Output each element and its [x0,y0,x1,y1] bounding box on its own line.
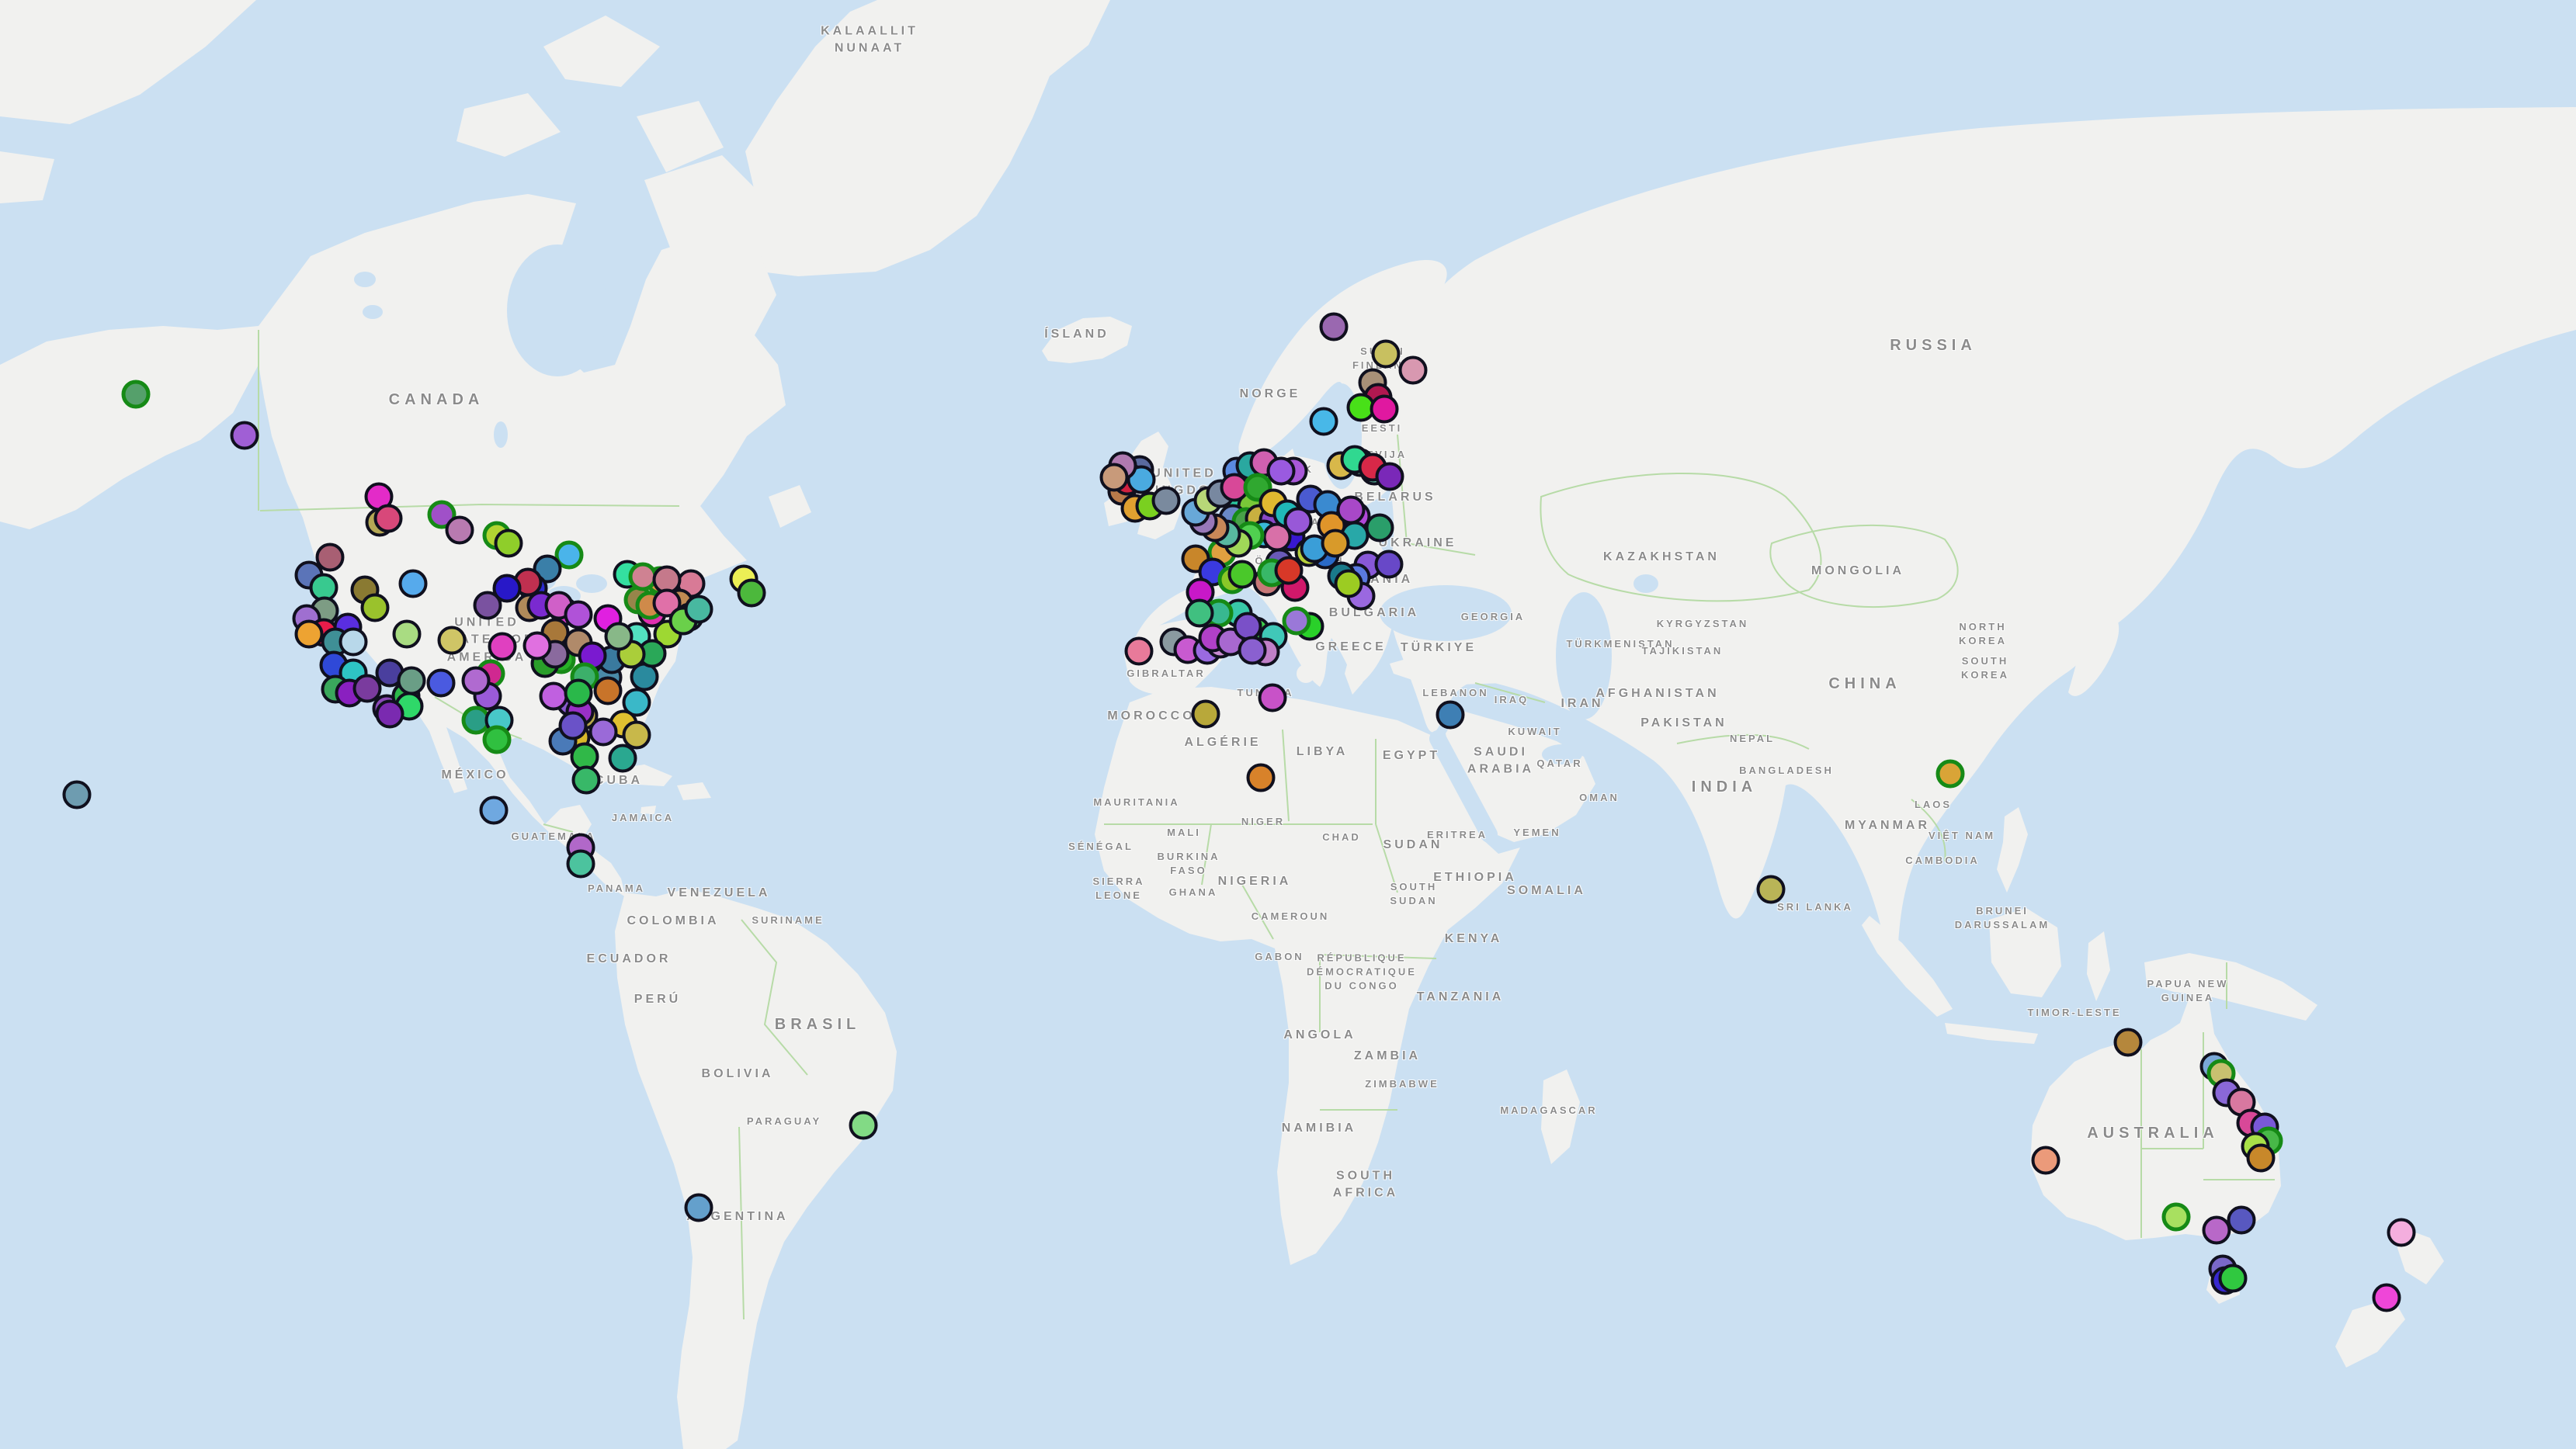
map-marker[interactable] [589,718,618,747]
map-marker[interactable] [427,669,456,698]
map-marker[interactable] [63,781,92,809]
map-marker[interactable] [567,850,595,879]
map-marker[interactable] [374,504,403,533]
map-marker[interactable] [623,721,651,750]
map-marker[interactable] [1284,508,1313,536]
map-marker[interactable] [1376,463,1404,491]
map-marker[interactable] [1100,463,1129,492]
map-marker[interactable] [1152,487,1181,515]
map-marker[interactable] [594,677,623,705]
world-map[interactable]: KALAALLIT NUNAATCANADAUNITED STATES OF A… [0,0,2576,1449]
map-marker[interactable] [398,667,426,695]
map-marker[interactable] [2373,1284,2401,1312]
map-marker[interactable] [1125,637,1154,666]
map-marker[interactable] [493,574,522,603]
map-marker[interactable] [1370,395,1399,424]
map-marker[interactable] [849,1111,878,1140]
map-marker[interactable] [361,594,390,622]
map-marker[interactable] [1275,556,1304,585]
map-marker[interactable] [2114,1028,2143,1057]
map-marker[interactable] [1436,701,1465,730]
map-marker[interactable] [1247,764,1276,792]
map-marker[interactable] [1238,636,1267,665]
map-marker[interactable] [1258,684,1287,712]
map-marker[interactable] [572,766,601,795]
map-marker[interactable] [122,380,151,409]
map-marker[interactable] [480,796,509,825]
map-marker[interactable] [339,628,368,657]
map-marker[interactable] [540,682,568,711]
map-marker[interactable] [295,620,324,649]
map-marker[interactable] [685,595,713,624]
map-marker[interactable] [1320,313,1349,341]
map-marker[interactable] [685,1194,713,1222]
map-marker[interactable] [738,579,766,608]
map-marker[interactable] [1372,340,1401,369]
map-marker[interactable] [605,622,634,651]
map-marker[interactable] [446,516,474,545]
map-marker[interactable] [1936,760,1965,789]
map-marker[interactable] [399,570,428,598]
map-marker[interactable] [1335,570,1363,598]
map-marker[interactable] [523,632,552,660]
map-marker[interactable] [2387,1218,2416,1247]
map-marker[interactable] [231,421,259,450]
map-marker[interactable] [2219,1264,2248,1293]
map-marker[interactable] [1366,514,1394,543]
map-marker[interactable] [462,667,491,695]
map-marker[interactable] [1757,875,1786,904]
map-marker[interactable] [2162,1203,2191,1232]
map-marker[interactable] [495,529,523,558]
map-marker[interactable] [564,679,593,708]
map-marker[interactable] [2032,1146,2060,1175]
map-marker[interactable] [1337,496,1366,525]
map-marker[interactable] [559,712,588,740]
map-marker[interactable] [1321,529,1350,558]
map-marker[interactable] [2247,1144,2276,1173]
map-marker[interactable] [1310,407,1338,436]
map-marker[interactable] [376,700,404,729]
map-marker[interactable] [1192,700,1220,729]
map-marker[interactable] [2227,1206,2256,1235]
map-marker[interactable] [438,626,467,655]
map-marker[interactable] [483,726,512,754]
map-marker[interactable] [1399,356,1428,385]
map-marker[interactable] [393,620,422,649]
map-marker[interactable] [1375,550,1404,579]
map-marker[interactable] [564,601,593,629]
map-marker[interactable] [488,633,517,661]
